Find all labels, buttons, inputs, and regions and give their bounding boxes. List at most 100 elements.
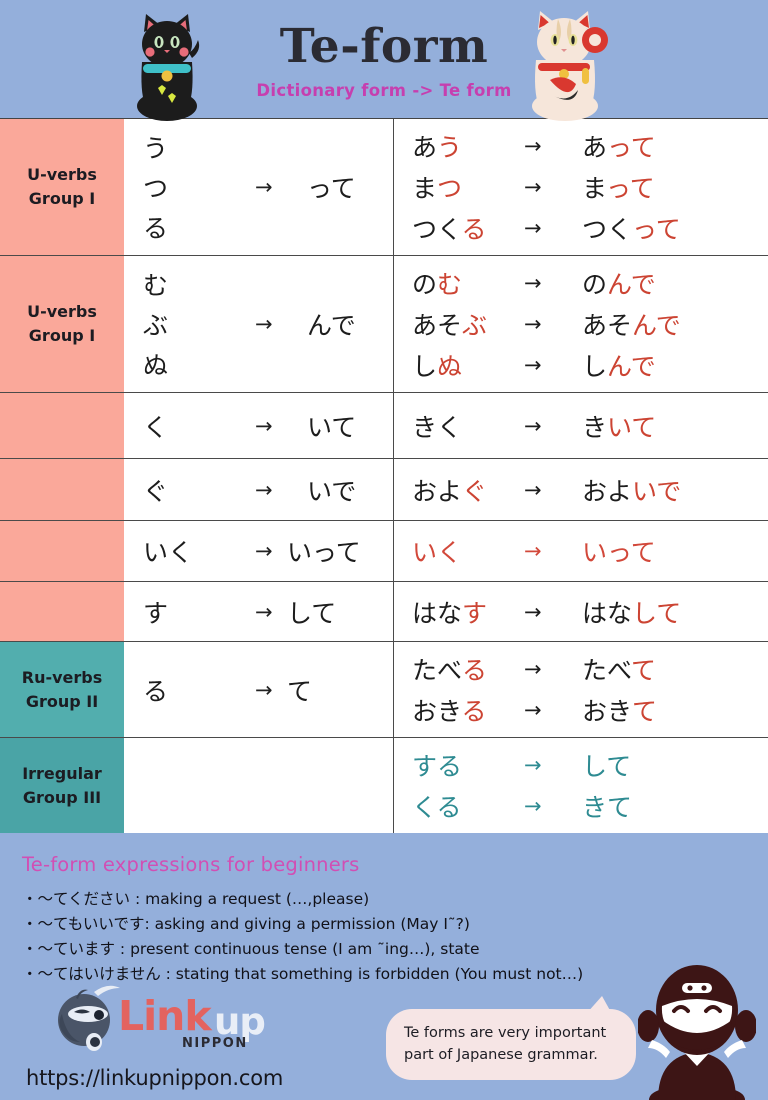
example-line: つくる → つくって xyxy=(412,215,681,244)
arrow-icon: → xyxy=(524,175,542,199)
group-label-line2: Group III xyxy=(22,787,102,807)
arrow-icon: → xyxy=(524,657,542,681)
example-line: くる → きて xyxy=(412,788,768,824)
group-label-line1: U-verbs xyxy=(27,165,97,184)
rule-source: る xyxy=(143,214,169,243)
rule-cell-empty xyxy=(124,738,394,833)
te-form-table: U-verbs Group I う つ → って る あう → あって まつ → まって つ… xyxy=(0,118,768,833)
table-row: U-verbs Group I む ぶ → んで ぬ のむ → のんで あそぶ → あそんで… xyxy=(0,256,768,393)
group-band-u-verbs xyxy=(0,521,124,581)
example-dictionary-form: する xyxy=(412,752,463,781)
example-line: およぐ → およいで xyxy=(412,476,682,506)
arrow-icon: → xyxy=(524,753,542,777)
group-band-u-verbs xyxy=(0,459,124,520)
example-line: しぬ → しんで xyxy=(412,352,656,381)
table-row: く → いて きく → きいて xyxy=(0,393,768,459)
rule-source: む xyxy=(143,271,169,300)
white-maneki-neko-icon xyxy=(532,11,608,121)
rule-source: ぬ xyxy=(143,351,169,380)
table-row: Irregular Group III する → して くる → きて xyxy=(0,738,768,833)
example-cell: のむ → のんで あそぶ → あそんで しぬ → しんで xyxy=(394,256,768,392)
speech-bubble: Te forms are very important part of Japa… xyxy=(386,995,636,1080)
rule-source: ぐ xyxy=(143,476,169,506)
rule-result: して xyxy=(287,598,337,628)
group-label-u-verbs: U-verbs Group I xyxy=(0,119,124,255)
arrow-icon: → xyxy=(255,599,273,624)
speech-bubble-line2: part of Japanese grammar. xyxy=(404,1046,598,1063)
group-label-irregular: Irregular Group III xyxy=(0,738,124,833)
brand-logo[interactable]: Link up NIPPON https://linkupnippon.com xyxy=(26,984,356,1092)
rule-result: って xyxy=(307,174,356,203)
example-line: おきる → おきて xyxy=(412,697,658,726)
example-line: たべる → たべて xyxy=(412,656,657,685)
rule-cell: う つ → って る xyxy=(124,119,394,255)
rule-source: す xyxy=(143,598,169,628)
rule-cell: く → いて xyxy=(124,393,394,458)
group-label-ru-verbs: Ru-verbs Group II xyxy=(0,642,124,737)
page-subtitle: Dictionary form -> Te form xyxy=(256,80,512,100)
example-dictionary-form: くる xyxy=(412,793,462,822)
table-row: いく → いって いく → いって xyxy=(0,521,768,582)
arrow-icon: → xyxy=(524,271,542,295)
example-line: いく → いって xyxy=(412,533,768,569)
list-item: ・〜てください : making a request (…,please) xyxy=(22,890,370,908)
arrow-icon: → xyxy=(255,477,273,502)
rule-cell: いく → いって xyxy=(124,521,394,581)
table-row: Ru-verbs Group II る → て たべる → たべて おきる → おきて xyxy=(0,642,768,738)
example-line: のむ → のんで xyxy=(412,270,656,299)
example-line: きく → きいて xyxy=(412,412,657,442)
rule-result: て xyxy=(287,676,313,706)
group-label-line1: Ru-verbs xyxy=(21,667,103,687)
table-row: ぐ → いで およぐ → およいで xyxy=(0,459,768,521)
rule-source: いく xyxy=(143,538,194,567)
rule-result: いで xyxy=(307,476,357,506)
arrow-icon: → xyxy=(524,539,542,563)
rule-cell: る → て xyxy=(124,642,394,737)
rule-cell: す → して xyxy=(124,582,394,641)
arrow-icon: → xyxy=(524,216,542,240)
example-cell: はなす → はなして xyxy=(394,582,768,641)
rule-cell: む ぶ → んで ぬ xyxy=(124,256,394,392)
group-label-line1: U-verbs xyxy=(27,302,97,321)
table-row: す → して はなす → はなして xyxy=(0,582,768,642)
group-label-line2: Group I xyxy=(28,326,96,345)
logo-text-nippon: NIPPON xyxy=(182,1036,248,1051)
group-label-line1: Irregular xyxy=(22,763,102,783)
example-line: まつ → まって xyxy=(412,174,655,203)
arrow-icon: → xyxy=(524,599,542,624)
example-cell: あう → あって まつ → まって つくる → つくって xyxy=(394,119,768,255)
ninja-character-icon xyxy=(638,965,756,1100)
arrow-icon: → xyxy=(524,312,542,336)
example-line: あう → あって xyxy=(412,133,656,162)
rule-source: つ xyxy=(143,174,169,203)
arrow-icon: → xyxy=(524,413,542,438)
rule-source: ぶ xyxy=(143,311,169,340)
arrow-icon: → xyxy=(255,539,273,563)
speech-bubble-line1: Te forms are very important xyxy=(404,1024,607,1041)
rule-source: う xyxy=(143,134,169,163)
group-band-u-verbs xyxy=(0,582,124,641)
table-row: U-verbs Group I う つ → って る あう → あって まつ → まって つ… xyxy=(0,119,768,256)
rule-result: いって xyxy=(287,538,361,567)
group-label-line2: Group II xyxy=(25,691,99,711)
black-maneki-neko-icon xyxy=(137,14,200,121)
group-band-u-verbs xyxy=(0,393,124,458)
rule-cell: ぐ → いで xyxy=(124,459,394,520)
example-cell: する → して くる → きて xyxy=(394,738,768,833)
example-line: はなす → はなして xyxy=(412,598,682,628)
example-cell: きく → きいて xyxy=(394,393,768,458)
example-cell: たべる → たべて おきる → おきて xyxy=(394,642,768,737)
example-dictionary-form: いく xyxy=(412,538,463,567)
website-url[interactable]: https://linkupnippon.com xyxy=(26,1066,283,1090)
arrow-icon: → xyxy=(524,353,542,377)
example-cell: いく → いって xyxy=(394,521,768,581)
arrow-icon: → xyxy=(255,175,273,199)
rule-result: んで xyxy=(307,311,356,340)
example-te-form: いって xyxy=(582,538,656,567)
footer-heading: Te-form expressions for beginners xyxy=(22,853,360,876)
arrow-icon: → xyxy=(524,477,542,502)
example-line: あそぶ → あそんで xyxy=(412,311,681,340)
example-te-form: きて xyxy=(582,793,633,822)
example-line: する → して xyxy=(412,747,768,783)
page-header: Te-form Dictionary form -> Te form xyxy=(0,0,768,121)
